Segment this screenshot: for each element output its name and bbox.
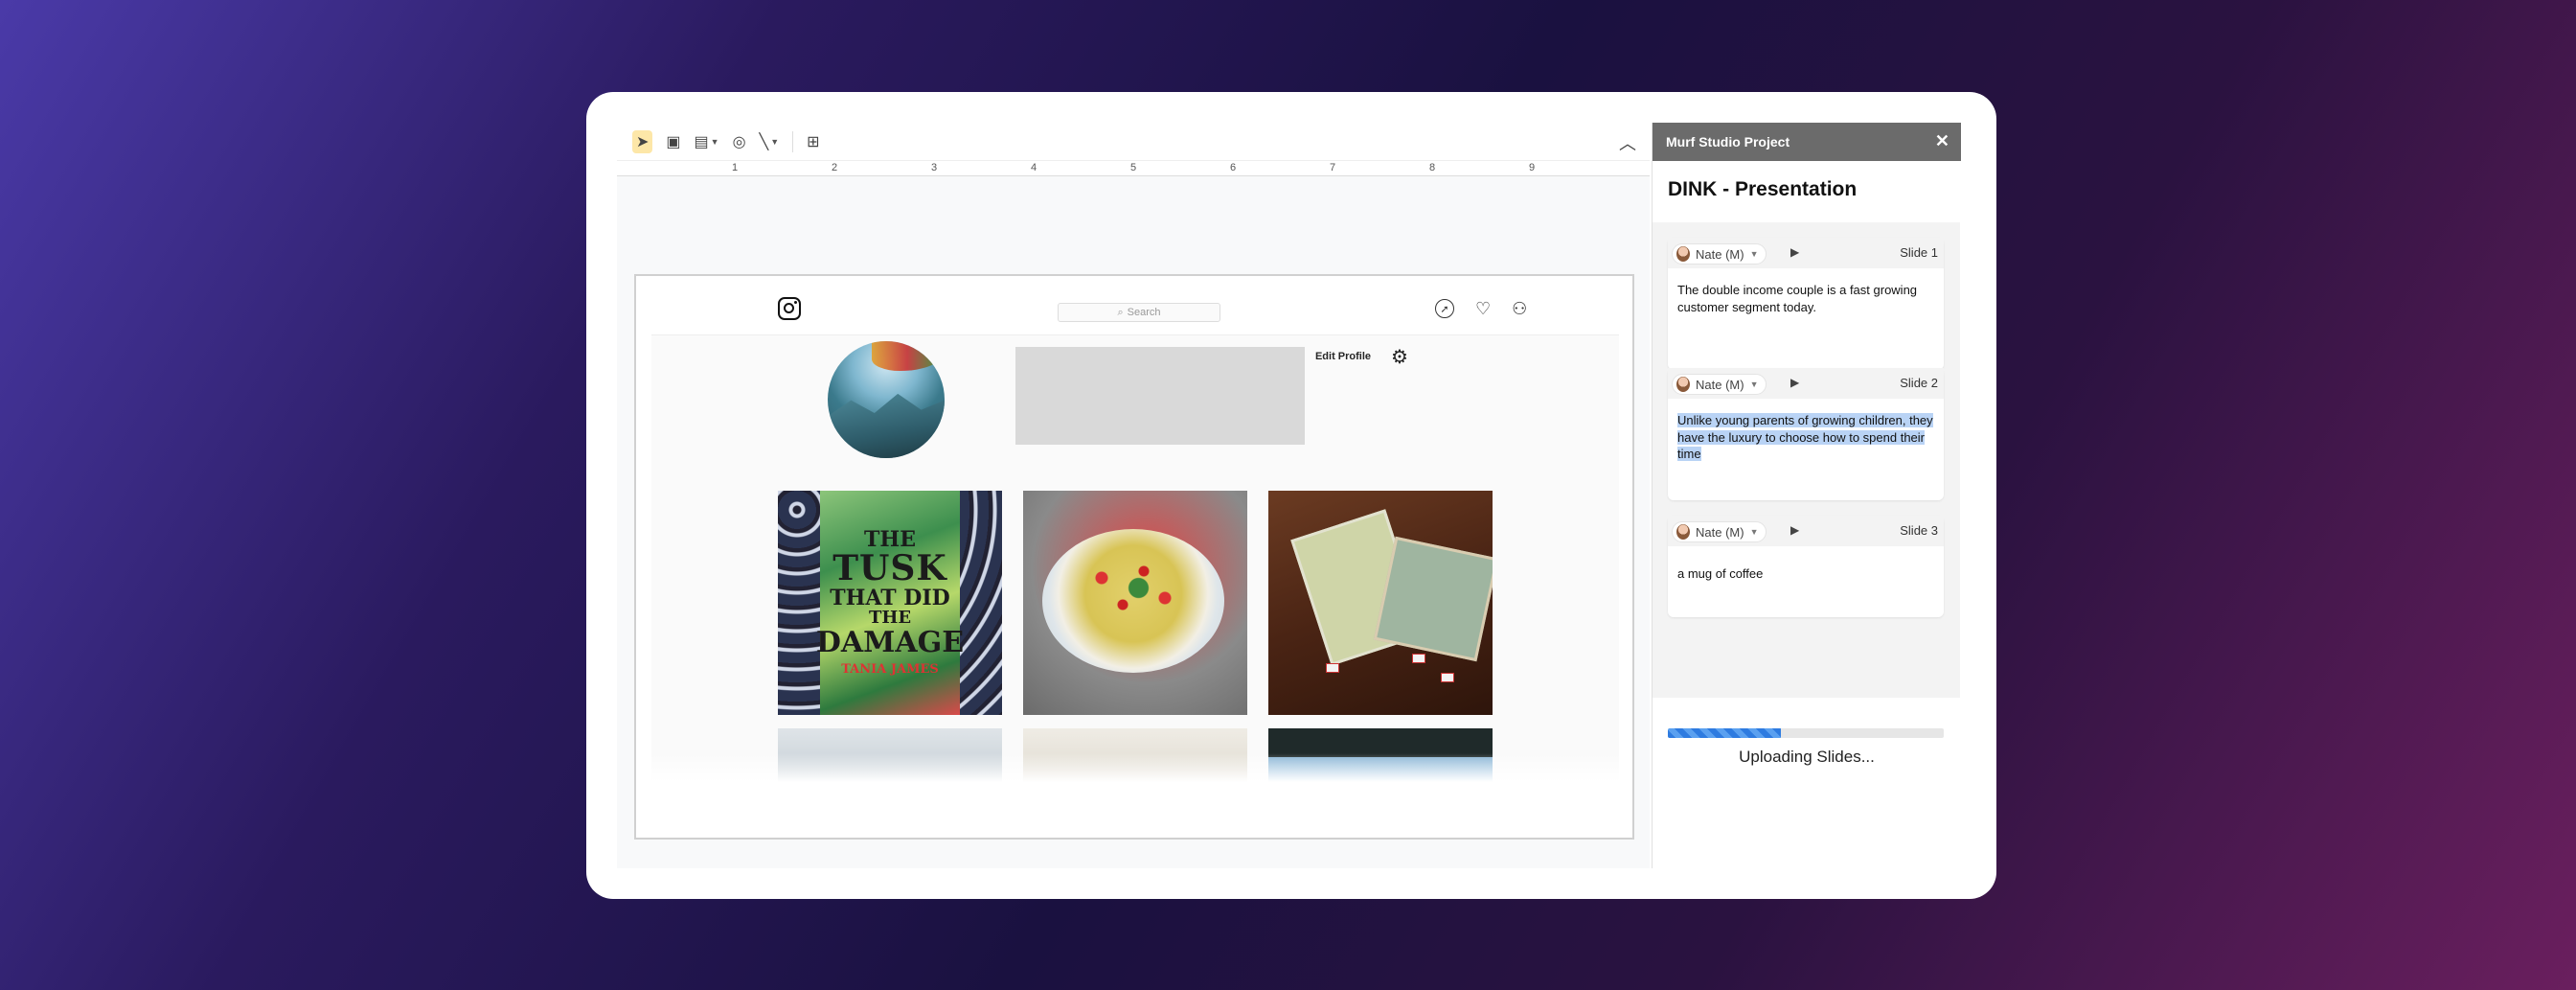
panel-header: Murf Studio Project ✕ xyxy=(1653,123,1961,161)
heart-icon: ♡ xyxy=(1475,299,1492,318)
voice-avatar-icon xyxy=(1676,524,1690,540)
instagram-logo-icon xyxy=(778,297,801,320)
shapes-icon: ◎ xyxy=(732,133,746,150)
ruler-mark: 4 xyxy=(1031,162,1037,173)
post-board-game xyxy=(1268,491,1493,715)
post-food-bowl xyxy=(1023,491,1247,715)
panel-title-bar: DINK - Presentation xyxy=(1653,161,1961,222)
edit-profile-button: Edit Profile xyxy=(1314,351,1372,362)
chevron-down-icon: ▼ xyxy=(770,136,780,147)
ruler-mark: 6 xyxy=(1230,162,1237,173)
book-title-line: THAT DID xyxy=(830,585,950,610)
upload-progress-fill xyxy=(1668,728,1782,738)
panel-footer-bg xyxy=(1653,698,1961,868)
voice-avatar-icon xyxy=(1676,377,1690,392)
compass-icon: ➚ xyxy=(1435,299,1454,318)
slide-card-header: Nate (M) ▼ ▶ Slide 3 xyxy=(1668,516,1944,546)
book-title-line: DAMAGE xyxy=(815,625,965,659)
voice-selector[interactable]: Nate (M) ▼ xyxy=(1672,374,1767,395)
shapes-tool-button[interactable]: ◎ xyxy=(733,132,746,151)
chevron-down-icon: ▼ xyxy=(1749,249,1759,259)
slides-toolbar: ➤ ▣ ▤ ▼ ◎ ╲ ▼ ⊞ ︿ xyxy=(617,123,1650,161)
search-placeholder: Search xyxy=(1127,307,1161,318)
fade-overlay xyxy=(651,753,1619,782)
image-icon: ▤ xyxy=(694,133,709,150)
line-tool-button[interactable]: ╲ ▼ xyxy=(760,132,780,151)
bowl xyxy=(1042,529,1224,673)
game-card xyxy=(1412,654,1425,663)
instagram-screenshot: ⌕ Search ➚ ♡ ⚇ Edit Profile ⚙ THE TUSK T… xyxy=(651,284,1619,782)
slide-card: Nate (M) ▼ ▶ Slide 2 Unlike young parent… xyxy=(1668,368,1944,500)
ruler-mark: 2 xyxy=(832,162,838,173)
slide-canvas[interactable]: ⌕ Search ➚ ♡ ⚇ Edit Profile ⚙ THE TUSK T… xyxy=(634,274,1634,840)
voice-selector[interactable]: Nate (M) ▼ xyxy=(1672,243,1767,265)
instagram-nav-icons: ➚ ♡ ⚇ xyxy=(1435,299,1527,319)
book-author: TANIA JAMES xyxy=(841,662,939,678)
text-box-tool-button[interactable]: ▣ xyxy=(666,132,680,151)
slide-script-text[interactable]: The double income couple is a fast growi… xyxy=(1668,268,1944,325)
profile-icon: ⚇ xyxy=(1512,299,1528,318)
ruler-mark: 3 xyxy=(931,162,938,173)
upload-status: Uploading Slides... xyxy=(1739,748,1875,766)
close-icon[interactable]: ✕ xyxy=(1935,131,1949,151)
panel-header-title: Murf Studio Project xyxy=(1666,134,1790,150)
slide-card-header: Nate (M) ▼ ▶ Slide 2 xyxy=(1668,368,1944,399)
ruler-mark: 8 xyxy=(1429,162,1436,173)
slides-editor: ➤ ▣ ▤ ▼ ◎ ╲ ▼ ⊞ ︿ 123456789 ⌕ Search ➚ ♡… xyxy=(617,123,1650,868)
text-box-icon: ▣ xyxy=(666,133,681,150)
chevron-down-icon: ▼ xyxy=(1749,380,1759,389)
play-icon[interactable]: ▶ xyxy=(1790,523,1799,537)
selected-text: Unlike young parents of growing children… xyxy=(1677,413,1933,462)
voice-avatar-icon xyxy=(1676,246,1690,262)
game-board xyxy=(1373,536,1493,662)
bio-placeholder xyxy=(1015,347,1305,445)
slide-label: Slide 1 xyxy=(1900,245,1938,260)
image-tool-button[interactable]: ▤ ▼ xyxy=(695,132,719,151)
slide-script-text[interactable]: Unlike young parents of growing children… xyxy=(1668,399,1944,472)
gear-icon: ⚙ xyxy=(1391,347,1408,368)
instagram-search-input: ⌕ Search xyxy=(1058,303,1220,322)
ruler: 1 2 3 4 5 6 7 8 9 xyxy=(617,161,1650,176)
upload-progress-bar xyxy=(1668,728,1944,738)
game-card xyxy=(1326,663,1339,673)
avatar xyxy=(828,341,945,458)
game-card xyxy=(1441,673,1454,682)
app-frame: ➤ ▣ ▤ ▼ ◎ ╲ ▼ ⊞ ︿ 123456789 ⌕ Search ➚ ♡… xyxy=(586,92,1996,899)
book-title-line: TUSK xyxy=(832,548,947,589)
chevron-down-icon: ▼ xyxy=(1749,527,1759,537)
search-icon: ⌕ xyxy=(1117,306,1124,318)
slide-script-text[interactable]: a mug of coffee xyxy=(1668,546,1944,592)
ruler-mark: 5 xyxy=(1130,162,1137,173)
slide-label: Slide 3 xyxy=(1900,523,1938,538)
voice-name: Nate (M) xyxy=(1696,524,1744,540)
ruler-mark: 7 xyxy=(1330,162,1336,173)
line-icon: ╲ xyxy=(759,133,769,150)
voice-selector[interactable]: Nate (M) ▼ xyxy=(1672,521,1767,542)
play-icon[interactable]: ▶ xyxy=(1790,245,1799,259)
instagram-header: ⌕ Search ➚ ♡ ⚇ xyxy=(651,284,1619,335)
chevron-down-icon: ▼ xyxy=(710,136,719,147)
post-book: THE TUSK THAT DID THE DAMAGE TANIA JAMES xyxy=(778,491,1002,715)
select-icon: ➤ xyxy=(636,133,650,150)
murf-sidebar: Murf Studio Project ✕ DINK - Presentatio… xyxy=(1652,123,1961,868)
voice-name: Nate (M) xyxy=(1696,246,1744,262)
slide-card: Nate (M) ▼ ▶ Slide 1 The double income c… xyxy=(1668,238,1944,370)
project-title: DINK - Presentation xyxy=(1668,178,1858,200)
select-tool-button[interactable]: ➤ xyxy=(632,129,653,153)
voice-name: Nate (M) xyxy=(1696,377,1744,392)
ruler-mark: 1 xyxy=(732,162,739,173)
book-cover: THE TUSK THAT DID THE DAMAGE TANIA JAMES xyxy=(816,491,964,715)
play-icon[interactable]: ▶ xyxy=(1790,376,1799,389)
slide-card-header: Nate (M) ▼ ▶ Slide 1 xyxy=(1668,238,1944,268)
slide-card: Nate (M) ▼ ▶ Slide 3 a mug of coffee xyxy=(1668,516,1944,617)
slide-label: Slide 2 xyxy=(1900,376,1938,390)
comment-icon: ⊞ xyxy=(807,133,820,150)
comment-tool-button[interactable]: ⊞ xyxy=(807,132,819,151)
toolbar-divider xyxy=(792,130,794,152)
chevron-up-icon[interactable]: ︿ xyxy=(1619,130,1636,155)
ruler-mark: 9 xyxy=(1529,162,1536,173)
